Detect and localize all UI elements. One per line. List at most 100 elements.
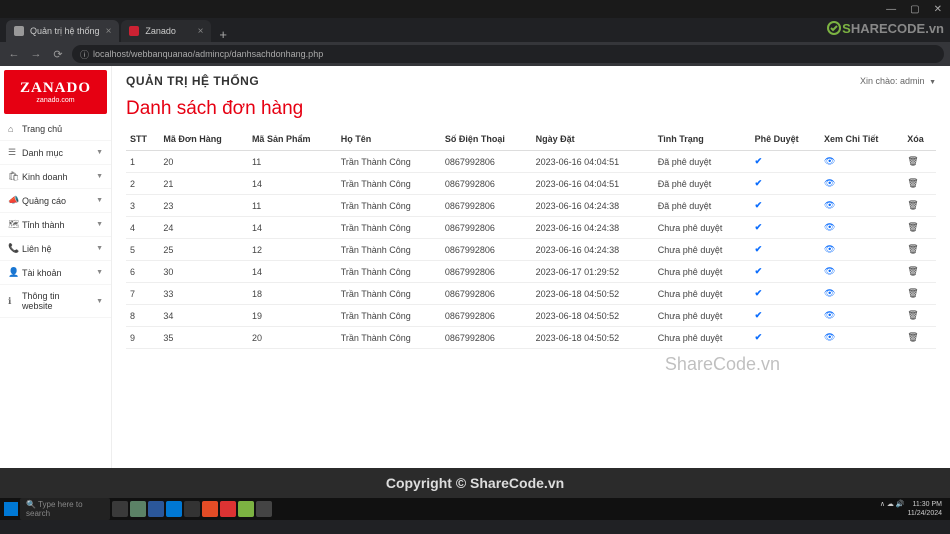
system-tray[interactable]: ∧ ☁ 🔊 11:30 PM 11/24/2024 <box>880 500 946 518</box>
taskbar-icon[interactable] <box>202 501 218 517</box>
cell-name: Trần Thành Công <box>337 305 441 327</box>
delete-button[interactable]: 🗑 <box>903 261 936 283</box>
view-button[interactable]: 👁 <box>820 195 903 217</box>
approve-button[interactable]: ✔ <box>751 327 820 349</box>
view-button[interactable]: 👁 <box>820 327 903 349</box>
delete-button[interactable]: 🗑 <box>903 217 936 239</box>
browser-tab-inactive[interactable]: Zanado × <box>121 20 211 42</box>
url-input[interactable]: ⓘ localhost/webbanquanao/admincp/danhsac… <box>72 45 944 63</box>
taskbar-icon[interactable] <box>184 501 200 517</box>
eye-icon: 👁 <box>824 332 835 342</box>
sidebar-item-label: Trang chủ <box>22 124 62 134</box>
new-tab-button[interactable]: + <box>213 27 233 42</box>
column-header: Số Điện Thoại <box>441 128 532 151</box>
sidebar-item-kinh-doanh[interactable]: 🛍Kinh doanh▼ <box>0 165 111 189</box>
brand-logo[interactable]: ZANADO zanado.com <box>4 70 107 114</box>
view-button[interactable]: 👁 <box>820 173 903 195</box>
view-button[interactable]: 👁 <box>820 261 903 283</box>
view-button[interactable]: 👁 <box>820 239 903 261</box>
chevron-down-icon: ▼ <box>96 269 103 276</box>
sidebar-item-tỉnh-thành[interactable]: 🗺Tỉnh thành▼ <box>0 213 111 237</box>
approve-button[interactable]: ✔ <box>751 195 820 217</box>
close-window-button[interactable]: ✕ <box>934 4 942 15</box>
delete-button[interactable]: 🗑 <box>903 239 936 261</box>
trash-icon: 🗑 <box>907 332 918 342</box>
approve-button[interactable]: ✔ <box>751 283 820 305</box>
delete-button[interactable]: 🗑 <box>903 283 936 305</box>
cell-product-id: 19 <box>248 305 337 327</box>
sidebar-item-trang-chủ[interactable]: ⌂ Trang chủ <box>0 118 111 141</box>
approve-button[interactable]: ✔ <box>751 151 820 173</box>
approve-button[interactable]: ✔ <box>751 261 820 283</box>
cell-order-id: 21 <box>159 173 248 195</box>
back-button[interactable]: ← <box>6 48 22 60</box>
table-row: 9 35 20 Trần Thành Công 0867992806 2023-… <box>126 327 936 349</box>
sidebar-item-tài-khoản[interactable]: 👤Tài khoản▼ <box>0 261 111 285</box>
admin-title: QUẢN TRỊ HỆ THỐNG <box>126 74 259 88</box>
column-header: STT <box>126 128 159 151</box>
cell-product-id: 14 <box>248 173 337 195</box>
cell-order-id: 34 <box>159 305 248 327</box>
trash-icon: 🗑 <box>907 266 918 276</box>
cell-date: 2023-06-18 04:50:52 <box>532 283 654 305</box>
cell-phone: 0867992806 <box>441 283 532 305</box>
delete-button[interactable]: 🗑 <box>903 327 936 349</box>
approve-button[interactable]: ✔ <box>751 217 820 239</box>
sidebar-item-quảng-cáo[interactable]: 📣Quảng cáo▼ <box>0 189 111 213</box>
browser-tab-active[interactable]: Quản trị hệ thống × <box>6 20 119 42</box>
minimize-button[interactable]: — <box>886 4 896 15</box>
sidebar: ZANADO zanado.com ⌂ Trang chủ ☰Danh mục▼🛍K… <box>0 66 112 468</box>
taskbar-icon[interactable] <box>112 501 128 517</box>
sidebar-item-thông-tin-website[interactable]: ℹThông tin website▼ <box>0 285 111 318</box>
home-icon: ⌂ <box>8 124 18 134</box>
taskbar-icon[interactable] <box>148 501 164 517</box>
sidebar-item-liên-hệ[interactable]: 📞Liên hệ▼ <box>0 237 111 261</box>
page-footer: Copyright © ShareCode.vn <box>0 468 950 498</box>
user-menu[interactable]: Xin chào: admin ▼ <box>860 76 936 86</box>
tab-close-icon[interactable]: × <box>106 26 112 37</box>
cell-name: Trần Thành Công <box>337 195 441 217</box>
taskbar-icon[interactable] <box>130 501 146 517</box>
view-button[interactable]: 👁 <box>820 217 903 239</box>
view-button[interactable]: 👁 <box>820 151 903 173</box>
check-icon: ✔ <box>755 178 763 188</box>
approve-button[interactable]: ✔ <box>751 305 820 327</box>
eye-icon: 👁 <box>824 310 835 320</box>
taskbar-icon[interactable] <box>256 501 272 517</box>
check-icon: ✔ <box>755 200 763 210</box>
maximize-button[interactable]: ▢ <box>910 4 919 15</box>
view-button[interactable]: 👁 <box>820 283 903 305</box>
cell-status: Đã phê duyệt <box>654 173 751 195</box>
info-icon: ⓘ <box>80 48 89 61</box>
cell-product-id: 14 <box>248 261 337 283</box>
view-button[interactable]: 👁 <box>820 305 903 327</box>
bullhorn-icon: 📣 <box>8 195 18 206</box>
delete-button[interactable]: 🗑 <box>903 195 936 217</box>
table-row: 5 25 12 Trần Thành Công 0867992806 2023-… <box>126 239 936 261</box>
column-header: Tình Trạng <box>654 128 751 151</box>
tab-close-icon[interactable]: × <box>198 26 204 37</box>
cell-phone: 0867992806 <box>441 327 532 349</box>
windows-taskbar: 🔍 Type here to search ∧ ☁ 🔊 11:30 PM 11/… <box>0 498 950 520</box>
approve-button[interactable]: ✔ <box>751 239 820 261</box>
start-button[interactable] <box>4 502 18 516</box>
window-titlebar: — ▢ ✕ <box>0 0 950 18</box>
approve-button[interactable]: ✔ <box>751 173 820 195</box>
cell-status: Chưa phê duyệt <box>654 217 751 239</box>
column-header: Họ Tên <box>337 128 441 151</box>
cell-date: 2023-06-17 01:29:52 <box>532 261 654 283</box>
logo-s: S <box>842 21 851 36</box>
delete-button[interactable]: 🗑 <box>903 305 936 327</box>
cell-status: Đã phê duyệt <box>654 195 751 217</box>
delete-button[interactable]: 🗑 <box>903 173 936 195</box>
delete-button[interactable]: 🗑 <box>903 151 936 173</box>
cell-product-id: 20 <box>248 327 337 349</box>
taskbar-icon[interactable] <box>166 501 182 517</box>
table-row: 4 24 14 Trần Thành Công 0867992806 2023-… <box>126 217 936 239</box>
taskbar-search[interactable]: 🔍 Type here to search <box>20 498 110 520</box>
taskbar-icon[interactable] <box>220 501 236 517</box>
sidebar-item-danh-mục[interactable]: ☰Danh mục▼ <box>0 141 111 165</box>
reload-button[interactable]: ⟳ <box>50 48 66 61</box>
taskbar-icon[interactable] <box>238 501 254 517</box>
forward-button[interactable]: → <box>28 48 44 60</box>
